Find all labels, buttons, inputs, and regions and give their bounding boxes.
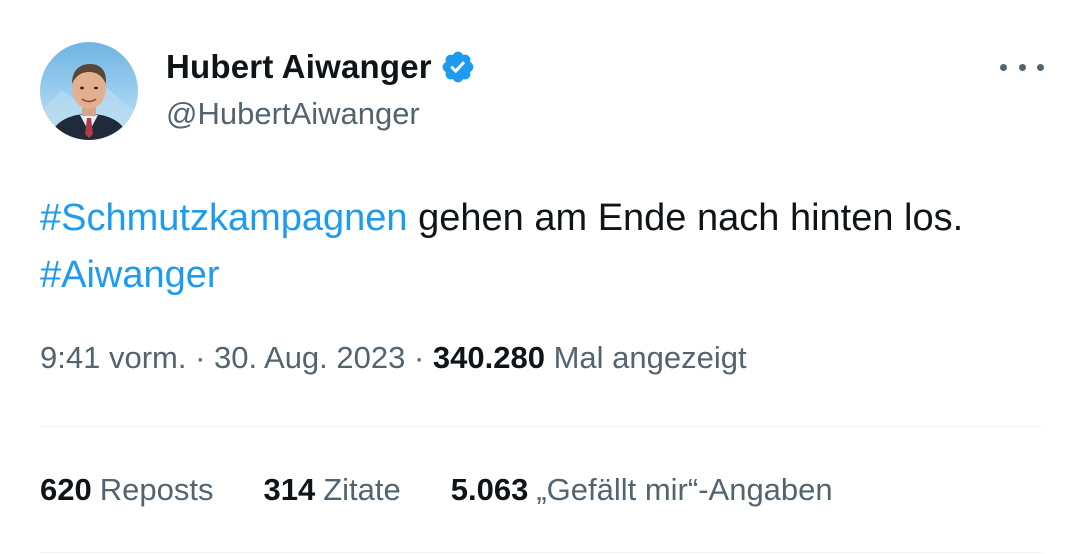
divider	[40, 552, 1042, 553]
tweet-time[interactable]: 9:41 vorm.	[40, 340, 186, 375]
author-display-name[interactable]: Hubert Aiwanger	[166, 48, 432, 86]
tweet-stats: 620 Reposts 314 Zitate 5.063 „Gefällt mir“-…	[40, 472, 883, 508]
tweet-card: Hubert Aiwanger @HubertAiwanger #Schmutz…	[0, 0, 1080, 554]
quotes-label: Zitate	[323, 472, 401, 507]
avatar-photo	[40, 64, 138, 140]
likes-count: 5.063	[450, 472, 529, 507]
more-dot	[1018, 63, 1026, 71]
divider	[40, 426, 1042, 427]
tweet-date[interactable]: 30. Aug. 2023	[214, 340, 405, 375]
more-horizontal-icon[interactable]	[1000, 52, 1044, 82]
avatar[interactable]	[40, 42, 138, 140]
views-count[interactable]: 340.280	[433, 340, 545, 375]
tweet-text: #Schmutzkampagnen gehen am Ende nach hin…	[40, 190, 1040, 304]
tweet-text-body: gehen am Ende nach hinten los.	[407, 197, 964, 239]
meta-separator: ·	[405, 340, 433, 375]
quotes-count: 314	[263, 472, 316, 507]
likes-label: „Gefällt mir“-Angaben	[536, 472, 833, 507]
reposts-stat[interactable]: 620 Reposts	[40, 472, 213, 508]
meta-separator: ·	[186, 340, 215, 375]
author-handle[interactable]: @HubertAiwanger	[166, 96, 420, 132]
author-name-row: Hubert Aiwanger	[166, 46, 476, 88]
tweet-meta: 9:41 vorm. · 30. Aug. 2023 · 340.280 Mal…	[40, 340, 747, 376]
quotes-stat[interactable]: 314 Zitate	[263, 472, 400, 508]
reposts-count: 620	[40, 472, 92, 507]
verified-badge-icon[interactable]	[440, 49, 476, 85]
views-label[interactable]: Mal angezeigt	[545, 340, 747, 375]
hashtag-link[interactable]: #Schmutzkampagnen	[40, 197, 408, 239]
more-dot	[1037, 63, 1044, 71]
more-dot	[1000, 63, 1007, 71]
reposts-label: Reposts	[99, 472, 214, 507]
likes-stat[interactable]: 5.063 „Gefällt mir“-Angaben	[451, 472, 833, 508]
hashtag-link[interactable]: #Aiwanger	[40, 254, 220, 296]
